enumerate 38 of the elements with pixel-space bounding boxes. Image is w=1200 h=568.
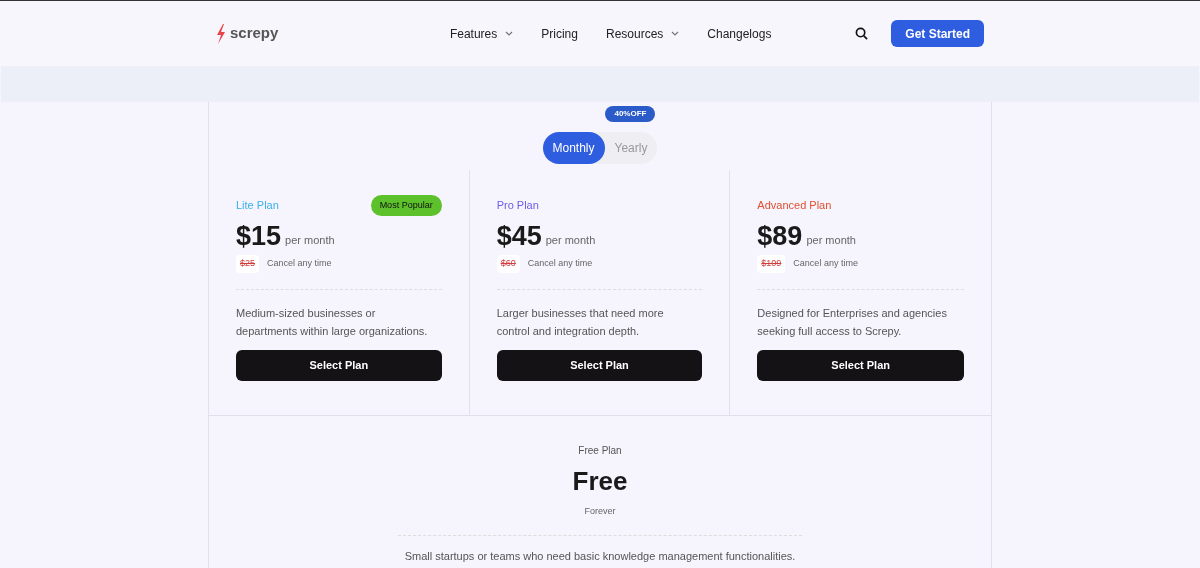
plan-price: $15: [236, 220, 282, 252]
nav-link[interactable]: Resources: [605, 24, 680, 43]
chevron-down-icon: [671, 31, 680, 36]
plan-price: $45: [496, 220, 542, 252]
billing-toggle-option[interactable]: Monthly: [542, 132, 605, 164]
plan-description: Medium-sized businesses or departments within large organizations.: [236, 305, 429, 339]
plan-description: Larger businesses that need more control and integration depth.: [496, 305, 665, 339]
chevron-down-icon: [505, 31, 514, 36]
plan-price: $89: [757, 220, 803, 252]
plan-name: Advanced Plan: [757, 197, 832, 213]
get-started-button[interactable]: Get Started: [891, 20, 984, 47]
plan-description: Small startups or teams who need basic knowledge management functionalities.: [404, 548, 796, 564]
nav-link[interactable]: Changelogs: [707, 24, 772, 43]
discount-badge: 40%OFF: [605, 106, 656, 122]
most-popular-badge: Most Popular: [370, 194, 442, 216]
plan-name: Pro Plan: [496, 197, 539, 213]
brand-name: screpy: [230, 23, 279, 44]
price-period: per month: [285, 232, 335, 248]
plan-name: Lite Plan: [236, 197, 279, 213]
nav-link[interactable]: Pricing: [541, 24, 578, 43]
plan-name: Free Plan: [578, 444, 622, 458]
old-price: $25: [236, 255, 260, 273]
select-plan-button[interactable]: Select Plan: [236, 349, 442, 381]
plan-description: Designed for Enterprises and agencies seeking full access to Screpy.: [757, 305, 948, 339]
cancel-note: Cancel any time: [527, 257, 593, 270]
cancel-note: Cancel any time: [267, 257, 332, 270]
cancel-note: Cancel any time: [793, 257, 858, 270]
select-plan-button[interactable]: Select Plan: [496, 349, 703, 381]
plan-price: Free: [572, 465, 628, 498]
search-icon[interactable]: [855, 27, 869, 40]
old-price: $109: [757, 255, 786, 273]
nav-link[interactable]: Features: [449, 24, 514, 43]
price-period: per month: [806, 232, 856, 248]
old-price: $60: [496, 255, 520, 273]
price-period: Forever: [584, 505, 616, 518]
lightning-logo-icon: [216, 23, 226, 44]
price-period: per month: [545, 232, 596, 248]
select-plan-button[interactable]: Select Plan: [757, 349, 964, 381]
